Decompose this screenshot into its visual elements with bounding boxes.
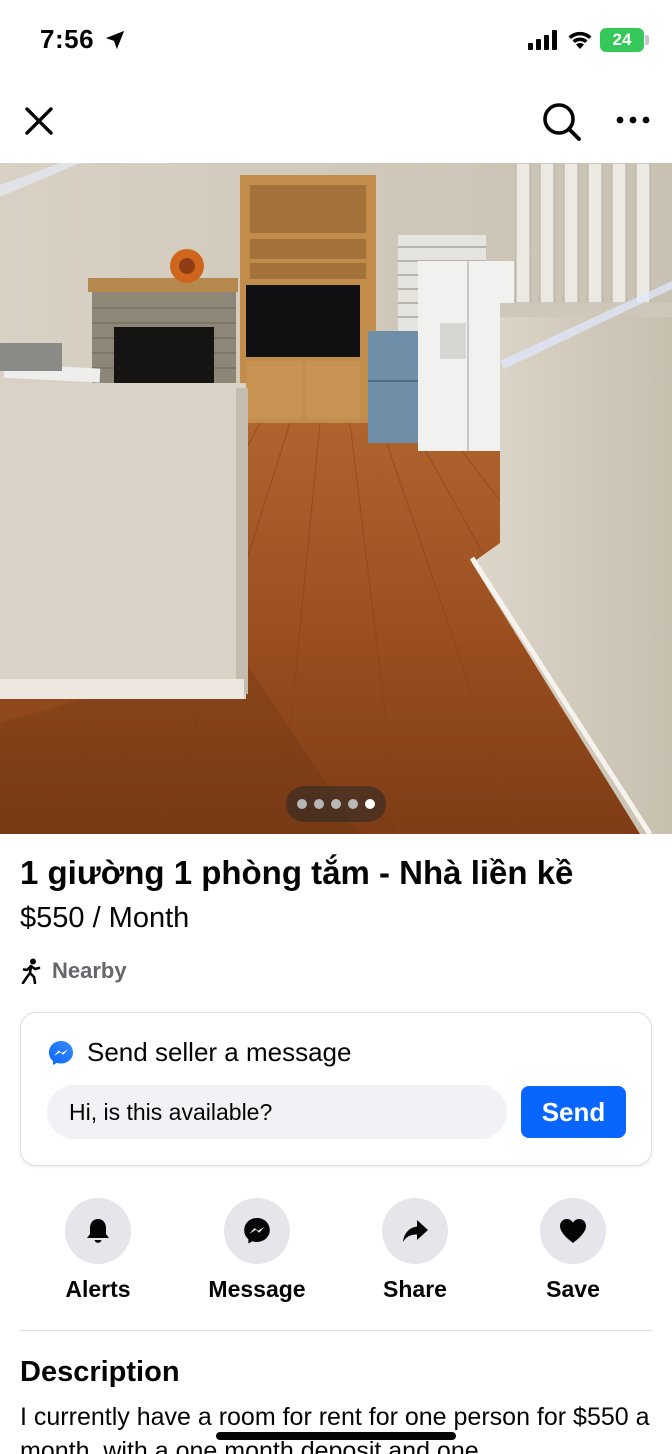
more-icon[interactable] (610, 100, 656, 140)
message-button-circle[interactable] (224, 1198, 290, 1264)
alerts-button[interactable]: Alerts (23, 1198, 173, 1303)
share-button-circle[interactable] (382, 1198, 448, 1264)
bell-icon (87, 1219, 109, 1243)
heart-icon (560, 1219, 586, 1243)
pagination-dot[interactable] (348, 799, 358, 809)
share-arrow-icon (403, 1220, 428, 1242)
section-divider (20, 1330, 652, 1331)
search-icon[interactable] (538, 98, 584, 144)
pagination-dot-active[interactable] (365, 799, 375, 809)
battery-tip (645, 35, 649, 45)
battery-indicator: 24 (600, 28, 644, 52)
description-text: I currently have a room for rent for one… (20, 1403, 650, 1454)
message-card-header: Send seller a message (47, 1037, 351, 1068)
action-bar: Alerts Message Share Save (0, 1198, 672, 1308)
message-seller-card: Send seller a message Send (20, 1012, 652, 1166)
listing-photo[interactable] (0, 163, 672, 834)
living-room-photo (0, 163, 672, 834)
save-label: Save (546, 1276, 600, 1302)
pagination-dot[interactable] (314, 799, 324, 809)
listing-price: $550 / Month (20, 902, 190, 934)
walking-person-icon (21, 958, 41, 984)
top-nav (0, 84, 672, 160)
message-input[interactable] (47, 1085, 507, 1139)
close-icon[interactable] (18, 100, 60, 142)
pagination-dot[interactable] (297, 799, 307, 809)
alerts-label: Alerts (65, 1276, 131, 1302)
message-button[interactable]: Message (182, 1198, 332, 1303)
status-bar: 7:56 24 (0, 0, 672, 80)
save-button-circle[interactable] (540, 1198, 606, 1264)
listing-distance: Nearby (20, 956, 127, 986)
send-button[interactable]: Send (521, 1086, 626, 1138)
listing-title: 1 giường 1 phòng tắm - Nhà liền kề (20, 854, 574, 891)
messenger-icon (244, 1218, 270, 1244)
home-indicator[interactable] (216, 1432, 456, 1440)
status-time: 7:56 (40, 24, 95, 54)
wifi-icon (568, 31, 592, 49)
save-button[interactable]: Save (498, 1198, 648, 1303)
distance-label: Nearby (52, 958, 127, 983)
alerts-button-circle[interactable] (65, 1198, 131, 1264)
cellular-signal-icon (528, 30, 557, 50)
messenger-icon (49, 1040, 73, 1065)
share-button[interactable]: Share (340, 1198, 490, 1303)
photo-pagination[interactable] (286, 786, 386, 822)
message-card-heading: Send seller a message (87, 1037, 352, 1067)
message-label: Message (208, 1276, 306, 1302)
location-arrow-icon (105, 30, 125, 50)
share-label: Share (383, 1276, 447, 1302)
description-heading: Description (20, 1356, 180, 1388)
pagination-dot[interactable] (331, 799, 341, 809)
